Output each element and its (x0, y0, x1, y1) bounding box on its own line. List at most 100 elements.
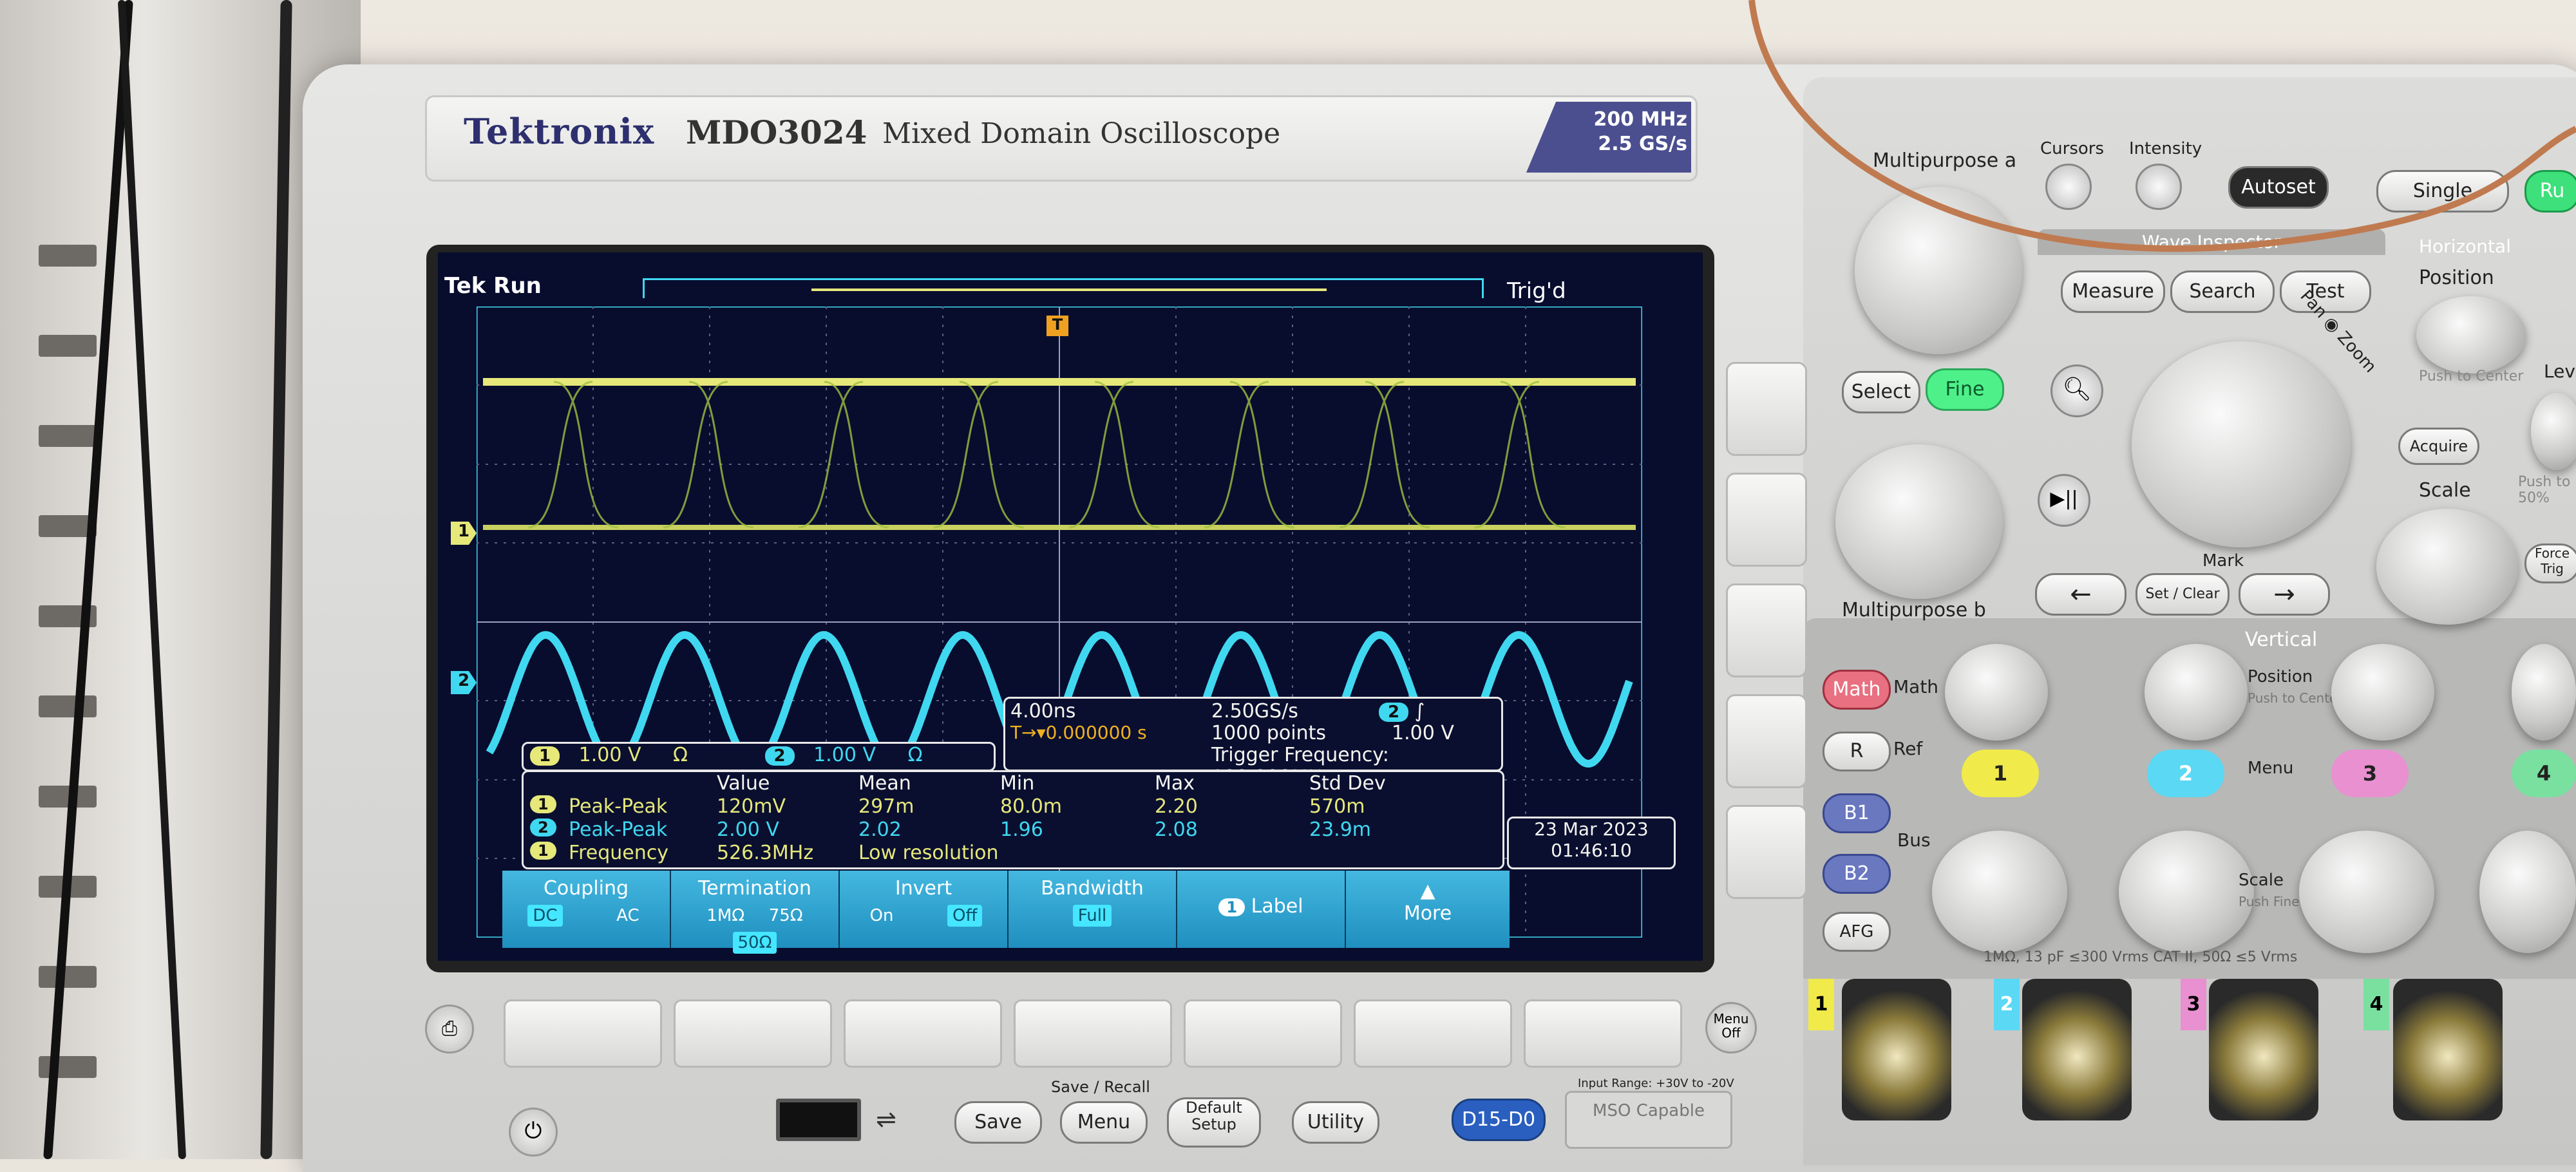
measurement-channel-chip: 2 (530, 818, 556, 836)
ch1-button[interactable]: 1 (1962, 750, 2039, 797)
coupling-dc[interactable]: DC (527, 905, 563, 927)
previous-mark-button[interactable]: ← (2035, 573, 2126, 616)
trigger-level-label: Leve (2544, 361, 2576, 382)
digital-channels-button[interactable]: D15-D0 (1452, 1099, 1546, 1141)
bottom-button-7[interactable] (1524, 999, 1682, 1068)
screenshot-button[interactable]: ⎙ (425, 1005, 474, 1054)
softkey-more[interactable]: ▲ More (1346, 871, 1510, 948)
bottom-button-4[interactable] (1014, 999, 1172, 1068)
pan-zoom-knob[interactable] (2132, 341, 2351, 547)
multipurpose-b-knob[interactable] (1835, 444, 2003, 599)
ch3-position-knob[interactable] (2331, 644, 2434, 741)
side-button-a[interactable] (1726, 362, 1807, 456)
play-pause-button[interactable]: ▶|| (2038, 474, 2090, 527)
set-clear-button[interactable]: Set / Clear (2136, 573, 2230, 616)
search-button[interactable]: Search (2170, 270, 2275, 313)
measurement-readout[interactable]: Value Mean Min Max Std Dev 1 Peak-Peak 120mV 29… (522, 770, 1504, 869)
model-description: Mixed Domain Oscilloscope (882, 117, 1281, 150)
timebase-readout[interactable]: 4.00ns 2.50GS/s 2 ∫ T→▾0.000000 s 1000 p… (1003, 697, 1503, 789)
measurement-value: 570m (1309, 795, 1365, 818)
ch4-bnc-input[interactable] (2393, 979, 2503, 1120)
ch4-position-knob[interactable] (2512, 644, 2576, 741)
measure-button[interactable]: Measure (2061, 270, 2165, 313)
ch2-position-knob[interactable] (2145, 644, 2248, 741)
vertical-position-label: Position (2248, 667, 2313, 686)
side-button-d[interactable] (1726, 694, 1807, 788)
ch1-edge (1094, 381, 1160, 529)
next-mark-button[interactable]: → (2239, 573, 2330, 616)
bottom-button-2[interactable] (674, 999, 832, 1068)
ch1-position-knob[interactable] (1945, 644, 2048, 741)
termination-1mohm[interactable]: 1MΩ (701, 905, 750, 927)
force-trig-button[interactable]: Force Trig (2524, 543, 2576, 583)
softkey-termination[interactable]: Termination 1MΩ 75Ω 50Ω (671, 871, 840, 954)
zoom-button[interactable]: 🔍︎ (2050, 364, 2103, 417)
utility-button[interactable]: Utility (1292, 1101, 1379, 1144)
ch2-scale-knob[interactable] (2119, 831, 2254, 953)
horizontal-scale-knob[interactable] (2376, 509, 2518, 625)
measurement-header: Std Dev (1309, 772, 1386, 795)
select-button[interactable]: Select (1842, 371, 1920, 413)
ch2-bnc-input[interactable] (2022, 979, 2132, 1120)
invert-on[interactable]: On (865, 905, 899, 927)
mso-capable-label: MSO Capable (1565, 1091, 1732, 1149)
measurement-value: 23.9m (1309, 818, 1372, 841)
math-icon: Math (1832, 678, 1881, 701)
ch3-scale-knob[interactable] (2299, 831, 2434, 953)
fine-button[interactable]: Fine (1926, 368, 2004, 411)
invert-off[interactable]: Off (947, 905, 983, 927)
ch2-chip: 2 (764, 746, 795, 766)
horizontal-position-knob[interactable] (2416, 296, 2526, 373)
ch1-ground-marker[interactable]: 1 (451, 522, 477, 545)
afg-button[interactable]: AFG (1823, 912, 1891, 952)
bottom-button-6[interactable] (1354, 999, 1512, 1068)
measurement-value: 2.00 V (717, 818, 779, 841)
bus-b2-button[interactable]: B2 (1823, 854, 1891, 894)
mark-label: Mark (2202, 551, 2244, 571)
channel-scale-readout[interactable]: 1 1.00 V Ω 2 1.00 V Ω (522, 742, 996, 771)
power-button[interactable]: ⏻ (509, 1108, 558, 1157)
ch1-scale-knob[interactable] (1932, 831, 2067, 953)
record-view-window (811, 288, 1327, 291)
ch4-button[interactable]: 4 (2512, 750, 2576, 797)
ch4-scale-knob[interactable] (2479, 831, 2576, 953)
save-button[interactable]: Save (954, 1101, 1042, 1144)
ref-button[interactable]: R (1823, 732, 1891, 771)
ch2-button[interactable]: 2 (2147, 750, 2224, 797)
trigger-position-marker[interactable]: T (1046, 316, 1068, 336)
ch1-edge (1365, 381, 1430, 529)
save-recall-menu-button[interactable]: Menu (1060, 1101, 1148, 1144)
ch1-bnc-input[interactable] (1842, 979, 1951, 1120)
horizontal-scale-label: Scale (2419, 479, 2471, 502)
rack-slot (39, 335, 97, 357)
termination-75ohm[interactable]: 75Ω (764, 905, 808, 927)
default-setup-button[interactable]: Default Setup (1167, 1097, 1261, 1148)
coupling-ac[interactable]: AC (611, 905, 644, 927)
bottom-button-1[interactable] (504, 999, 662, 1068)
trigger-level-knob[interactable] (2531, 393, 2576, 470)
math-button[interactable]: Math (1823, 670, 1891, 710)
bottom-button-5[interactable] (1184, 999, 1342, 1068)
spec-bandwidth: 200 MHz (1593, 108, 1688, 131)
usb-port[interactable] (776, 1099, 861, 1141)
ch2-ground-marker[interactable]: 2 (451, 671, 477, 694)
ch3-button[interactable]: 3 (2331, 750, 2409, 797)
bottom-button-3[interactable] (844, 999, 1002, 1068)
bus-b1-button[interactable]: B1 (1823, 793, 1891, 833)
bnc4-tag: 4 (2363, 979, 2389, 1030)
termination-50ohm[interactable]: 50Ω (732, 932, 777, 954)
softkey-bandwidth[interactable]: Bandwidth Full (1009, 871, 1178, 948)
acquire-button[interactable]: Acquire (2398, 428, 2479, 465)
side-button-e[interactable] (1726, 805, 1807, 899)
bnc3-tag: 3 (2181, 979, 2206, 1030)
more-label: More (1403, 902, 1452, 925)
softkey-coupling[interactable]: Coupling DC AC (502, 871, 672, 948)
softkey-label[interactable]: 1 Label (1177, 871, 1347, 948)
ch3-bnc-input[interactable] (2209, 979, 2318, 1120)
softkey-invert[interactable]: Invert On Off (840, 871, 1009, 948)
side-button-c[interactable] (1726, 583, 1807, 677)
side-button-b[interactable] (1726, 473, 1807, 567)
horizontal-position: T→▾0.000000 s (1010, 722, 1147, 743)
measurement-header: Min (1000, 772, 1035, 795)
menu-off-button[interactable]: Menu Off (1705, 1002, 1757, 1054)
